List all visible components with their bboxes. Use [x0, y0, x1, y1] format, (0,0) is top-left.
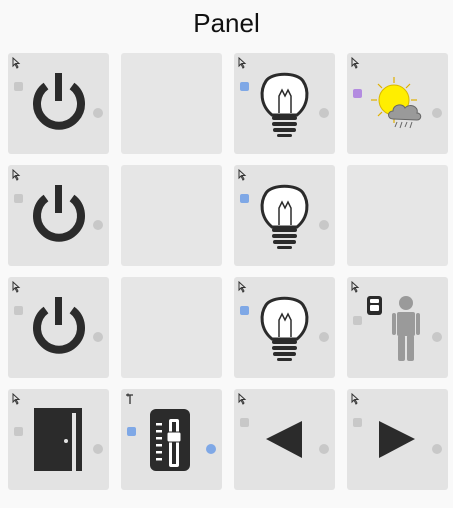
status-dot [432, 108, 442, 118]
tile-presence[interactable] [347, 277, 448, 378]
tile-empty [121, 53, 222, 154]
status-dot [319, 108, 329, 118]
tile-empty [121, 165, 222, 266]
tile-arrow-right[interactable] [347, 389, 448, 490]
tile-dimmer[interactable] [121, 389, 222, 490]
tile-grid [8, 53, 448, 490]
arrow-left-icon [266, 421, 302, 458]
tile-power-1[interactable] [8, 53, 109, 154]
power-icon [33, 297, 85, 354]
tile-empty [347, 165, 448, 266]
tile-light-3[interactable] [234, 277, 335, 378]
status-dot [319, 220, 329, 230]
lightbulb-icon [260, 72, 309, 137]
status-dot [432, 332, 442, 342]
tile-power-3[interactable] [8, 277, 109, 378]
door-icon [34, 408, 82, 471]
power-icon [33, 185, 85, 242]
person-presence-icon [367, 296, 420, 361]
tile-power-2[interactable] [8, 165, 109, 266]
status-dot [93, 108, 103, 118]
status-dot [319, 332, 329, 342]
status-dot [93, 332, 103, 342]
power-icon [33, 73, 85, 130]
tile-door[interactable] [8, 389, 109, 490]
arrow-right-icon [379, 421, 415, 458]
tile-light-2[interactable] [234, 165, 335, 266]
status-dot [93, 220, 103, 230]
tile-arrow-left[interactable] [234, 389, 335, 490]
tile-light-1[interactable] [234, 53, 335, 154]
status-dot [93, 444, 103, 454]
status-dot [206, 444, 216, 454]
status-dot [319, 444, 329, 454]
slider-dimmer-icon [150, 409, 190, 471]
lightbulb-icon [260, 296, 309, 361]
tile-empty [121, 277, 222, 378]
weather-sun-rain-icon [371, 77, 422, 129]
status-dot [432, 444, 442, 454]
tile-weather[interactable] [347, 53, 448, 154]
lightbulb-icon [260, 184, 309, 249]
page-title: Panel [193, 8, 260, 38]
